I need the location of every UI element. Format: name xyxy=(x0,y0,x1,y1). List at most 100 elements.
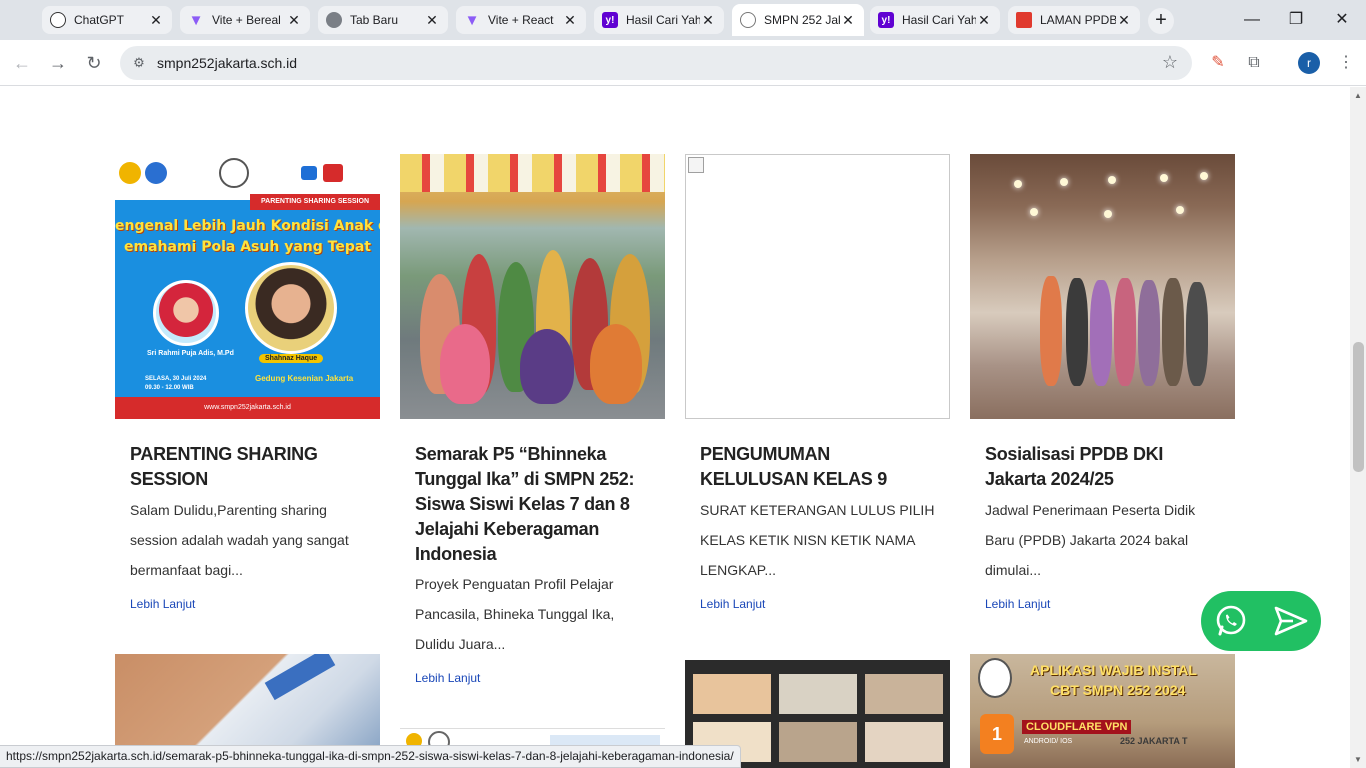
post-title[interactable]: PENGUMUMAN KELULUSAN KELAS 9 xyxy=(700,442,940,492)
tab-chatgpt[interactable]: ChatGPT ✕ xyxy=(42,6,172,34)
post-title[interactable]: PARENTING SHARING SESSION xyxy=(130,442,370,492)
extensions-puzzle-icon[interactable]: ⧉ xyxy=(1242,51,1266,75)
tab-title: Vite + Bereal xyxy=(212,13,281,27)
tab-vite-react[interactable]: ▼ Vite + React ✕ xyxy=(456,6,586,34)
person-figure xyxy=(1138,280,1160,386)
person-figure xyxy=(1090,280,1112,386)
url-text[interactable]: smpn252jakarta.sch.id xyxy=(157,55,297,71)
ceiling-light xyxy=(1108,176,1116,184)
profile-avatar[interactable]: r xyxy=(1298,52,1320,74)
close-tab-icon[interactable]: ✕ xyxy=(424,12,440,28)
whatsapp-floating-button[interactable] xyxy=(1201,591,1321,651)
tab-title: Vite + React xyxy=(488,13,554,27)
post-card-kelulusan: PENGUMUMAN KELULUSAN KELAS 9 SURAT KETER… xyxy=(685,154,950,614)
read-more-link[interactable]: Lebih Lanjut xyxy=(415,671,480,685)
back-icon[interactable]: ← xyxy=(10,51,34,75)
tab-title: LAMAN PPDB xyxy=(1040,13,1116,27)
forward-icon[interactable]: → xyxy=(46,51,70,75)
poster-headline-line1: engenal Lebih Jauh Kondisi Anak da xyxy=(115,218,380,234)
post-title[interactable]: Sosialisasi PPDB DKI Jakarta 2024/25 xyxy=(985,442,1225,492)
bookmark-star-icon[interactable]: ☆ xyxy=(1162,52,1178,73)
post-thumbnail-partial[interactable]: APLIKASI WAJIB INSTAL CBT SMPN 252 2024 … xyxy=(970,654,1235,768)
read-more-link[interactable]: Lebih Lanjut xyxy=(700,597,765,611)
post-excerpt: Salam Dulidu,Parenting sharing session a… xyxy=(130,502,349,578)
scroll-up-arrow-icon[interactable]: ▲ xyxy=(1354,91,1362,100)
restore-icon[interactable]: ❐ xyxy=(1284,8,1308,32)
person-figure xyxy=(520,329,574,404)
close-tab-icon[interactable]: ✕ xyxy=(700,12,716,28)
tab-title: SMPN 252 Jakarta xyxy=(764,13,840,27)
video-call-tile xyxy=(865,722,943,762)
globe-icon xyxy=(326,12,342,28)
speaker-photo xyxy=(153,280,219,346)
person-figure xyxy=(1040,276,1062,386)
site-info-icon[interactable]: ⚙ xyxy=(130,54,148,72)
post-title[interactable]: Semarak P5 “Bhinneka Tunggal Ika” di SMP… xyxy=(415,442,655,567)
post-excerpt: Jadwal Penerimaan Peserta Didik Baru (PP… xyxy=(985,502,1196,578)
send-icon xyxy=(1274,606,1308,636)
minimize-icon[interactable]: — xyxy=(1240,8,1264,32)
new-tab-button[interactable]: + xyxy=(1148,8,1174,34)
logo-icon xyxy=(145,162,167,184)
logo-icon xyxy=(301,166,317,180)
close-tab-icon[interactable]: ✕ xyxy=(976,12,992,28)
post-thumbnail[interactable] xyxy=(685,154,950,419)
poster-footer: www.smpn252jakarta.sch.id xyxy=(115,397,380,419)
ceiling-light xyxy=(1176,206,1184,214)
ceiling-light xyxy=(1160,174,1168,182)
school-crest-icon xyxy=(219,158,249,188)
close-tab-icon[interactable]: ✕ xyxy=(148,12,164,28)
cbt-headline: CBT SMPN 252 2024 xyxy=(1050,682,1186,698)
reload-icon[interactable]: ↻ xyxy=(82,51,106,75)
close-tab-icon[interactable]: ✕ xyxy=(840,12,856,28)
tab-yahoo-1[interactable]: y! Hasil Cari Yahoo ✕ xyxy=(594,6,724,34)
whatsapp-icon xyxy=(1216,605,1246,636)
person-figure xyxy=(1186,282,1208,386)
tab-strip: ChatGPT ✕ ▼ Vite + Bereal ✕ Tab Baru ✕ ▼… xyxy=(0,0,1366,40)
close-window-icon[interactable]: ✕ xyxy=(1330,8,1354,32)
tab-laman-ppdb[interactable]: LAMAN PPDB ✕ xyxy=(1008,6,1140,34)
school-logo-icon xyxy=(740,12,756,28)
tab-new[interactable]: Tab Baru ✕ xyxy=(318,6,448,34)
person-figure xyxy=(590,324,642,404)
person-figure xyxy=(440,324,490,404)
scroll-down-arrow-icon[interactable]: ▼ xyxy=(1354,755,1362,764)
vite-icon: ▼ xyxy=(188,11,204,29)
tent-decoration xyxy=(400,154,665,192)
web-page: PARENTING SHARING SESSION engenal Lebih … xyxy=(0,87,1366,768)
read-more-link[interactable]: Lebih Lanjut xyxy=(130,597,195,611)
close-tab-icon[interactable]: ✕ xyxy=(562,12,578,28)
post-thumbnail[interactable] xyxy=(400,154,665,419)
post-excerpt: SURAT KETERANGAN LULUS PILIH KELAS KETIK… xyxy=(700,502,935,578)
yahoo-icon: y! xyxy=(602,12,618,28)
tab-title: Hasil Cari Yahoo xyxy=(902,13,976,27)
ceiling-light xyxy=(1200,172,1208,180)
logo-icon xyxy=(119,162,141,184)
vite-icon: ▼ xyxy=(464,11,480,29)
event-date: SELASA, 30 Juli 2024 xyxy=(145,376,207,382)
pen-extension-icon[interactable]: ✎ xyxy=(1206,51,1230,75)
page-scrollbar[interactable]: ▲ ▼ xyxy=(1350,87,1366,768)
close-tab-icon[interactable]: ✕ xyxy=(286,12,302,28)
post-thumbnail[interactable] xyxy=(970,154,1235,419)
broken-image-icon xyxy=(688,157,704,173)
browser-toolbar: ← → ↻ ⚙ smpn252jakarta.sch.id ☆ ✎ ⧉ r ⋮ xyxy=(0,40,1366,86)
read-more-link[interactable]: Lebih Lanjut xyxy=(985,597,1050,611)
tab-yahoo-2[interactable]: y! Hasil Cari Yahoo ✕ xyxy=(870,6,1000,34)
tab-smpn252[interactable]: SMPN 252 Jakarta ✕ xyxy=(732,4,864,36)
ceiling-light xyxy=(1104,210,1112,218)
scrollbar-thumb[interactable] xyxy=(1353,342,1364,472)
address-bar[interactable]: ⚙ smpn252jakarta.sch.id ☆ xyxy=(120,46,1192,80)
parenting-poster-image: PARENTING SHARING SESSION engenal Lebih … xyxy=(115,154,380,419)
close-tab-icon[interactable]: ✕ xyxy=(1116,12,1132,28)
tab-vite-bereal[interactable]: ▼ Vite + Bereal ✕ xyxy=(180,6,310,34)
ceiling-light xyxy=(1014,180,1022,188)
yahoo-icon: y! xyxy=(878,12,894,28)
broken-image xyxy=(685,154,950,419)
post-thumbnail[interactable]: PARENTING SHARING SESSION engenal Lebih … xyxy=(115,154,380,419)
poster-headline: engenal Lebih Jauh Kondisi Anak da emaha… xyxy=(115,216,380,258)
speaker-name: Sri Rahmi Puja Adis, M.Pd xyxy=(147,350,234,357)
school-crest-icon xyxy=(978,658,1012,698)
video-call-tile xyxy=(865,674,943,714)
menu-kebab-icon[interactable]: ⋮ xyxy=(1334,51,1358,75)
